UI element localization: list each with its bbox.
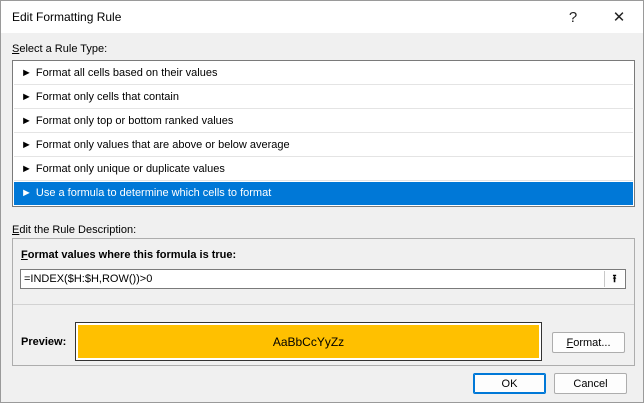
rule-type-item-label: Format only cells that contain (35, 91, 179, 103)
preview-label: Preview: (21, 336, 67, 348)
rule-type-item-above-below-average[interactable]: ► Format only values that are above or b… (14, 134, 633, 157)
rule-type-label: Select a Rule Type: (12, 43, 108, 55)
arrow-right-icon: ► (21, 139, 32, 151)
title-bar: Edit Formatting Rule ? ✕ (1, 1, 643, 33)
rule-type-item-label: Use a formula to determine which cells t… (35, 187, 272, 199)
arrow-right-icon: ► (21, 67, 32, 79)
preview-sample-text: AaBbCcYyZz (272, 334, 345, 349)
rule-type-item-label: Format all cells based on their values (35, 67, 218, 79)
rule-type-item-label: Format only values that are above or bel… (35, 139, 290, 151)
ok-button[interactable]: OK (473, 373, 546, 394)
close-icon: ✕ (612, 9, 626, 26)
arrow-right-icon: ► (21, 91, 32, 103)
rule-type-item-all-cells[interactable]: ► Format all cells based on their values (14, 62, 633, 85)
rule-description-label: Edit the Rule Description: (12, 224, 137, 236)
rule-type-item-formula[interactable]: ► Use a formula to determine which cells… (14, 182, 633, 205)
rule-type-item-top-bottom[interactable]: ► Format only top or bottom ranked value… (14, 110, 633, 133)
help-button[interactable]: ? (551, 1, 595, 33)
cancel-button[interactable]: Cancel (554, 373, 627, 394)
arrow-right-icon: ► (21, 163, 32, 175)
upload-arrow-icon: ⭱ (612, 272, 617, 285)
arrow-right-icon: ► (21, 115, 32, 127)
rule-type-item-unique-duplicate[interactable]: ► Format only unique or duplicate values (14, 158, 633, 181)
collapse-dialog-button[interactable]: ⭱ (604, 271, 624, 287)
formula-value: =INDEX($H:$H,ROW())>0 (24, 273, 153, 285)
format-button[interactable]: Format... (552, 332, 625, 353)
close-button[interactable]: ✕ (597, 1, 641, 33)
rule-type-list[interactable]: ► Format all cells based on their values… (12, 60, 635, 207)
formula-input[interactable]: =INDEX($H:$H,ROW())>0 ⭱ (20, 269, 626, 289)
format-preview: AaBbCcYyZz (75, 322, 542, 361)
help-icon: ? (568, 8, 578, 26)
rule-type-item-label: Format only unique or duplicate values (35, 163, 225, 175)
divider (13, 304, 634, 305)
rule-type-item-label: Format only top or bottom ranked values (35, 115, 234, 127)
dialog-title: Edit Formatting Rule (12, 10, 122, 24)
rule-description-panel: Format values where this formula is true… (12, 238, 635, 366)
formula-label: Format values where this formula is true… (21, 249, 237, 261)
rule-type-item-cells-contain[interactable]: ► Format only cells that contain (14, 86, 633, 109)
edit-formatting-rule-dialog: Edit Formatting Rule ? ✕ Select a Rule T… (0, 0, 644, 403)
arrow-right-icon: ► (21, 187, 32, 199)
